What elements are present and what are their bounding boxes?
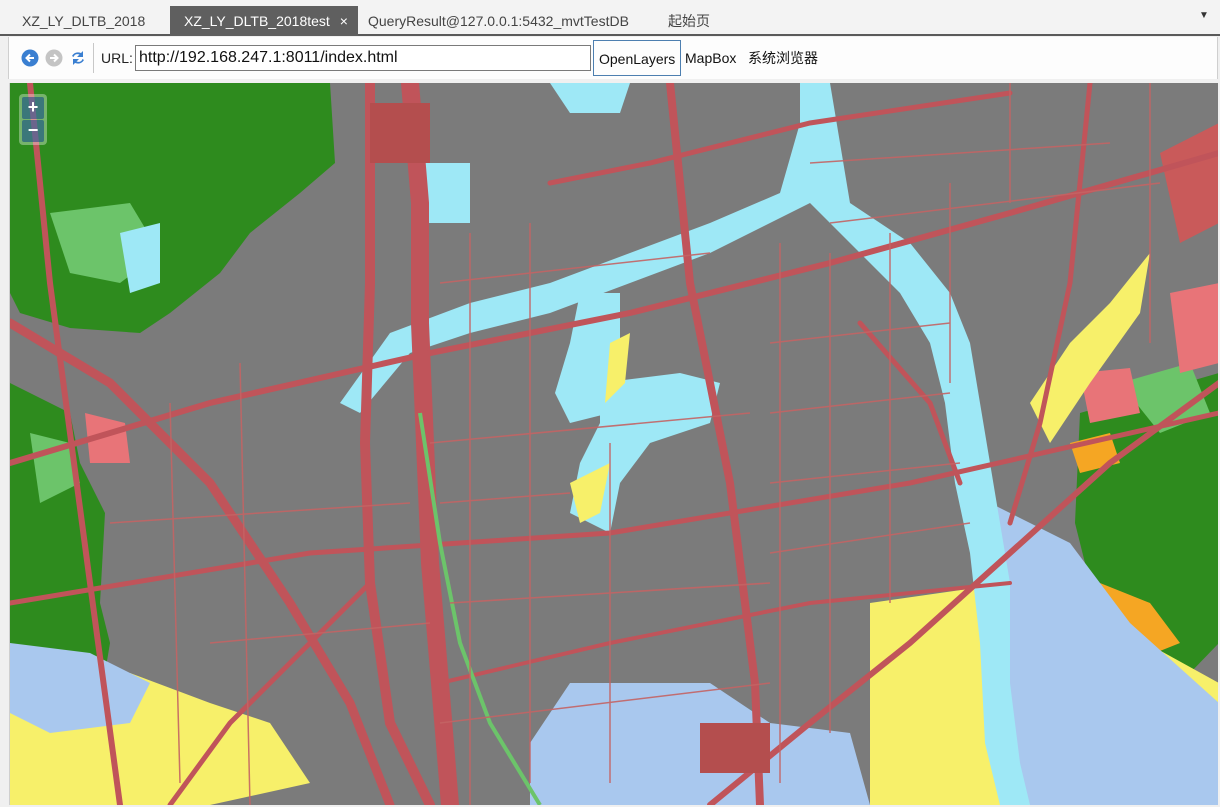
forward-arrow-icon[interactable] xyxy=(45,49,63,67)
tab-start-page[interactable]: 起始页 xyxy=(668,6,710,36)
tab-query-result[interactable]: QueryResult@127.0.0.1:5432_mvtTestDB xyxy=(368,6,629,36)
chevron-down-icon[interactable]: ▼ xyxy=(1198,10,1210,22)
back-arrow-icon[interactable] xyxy=(21,49,39,67)
window-edge xyxy=(0,83,9,807)
map-canvas[interactable] xyxy=(10,83,1218,805)
openlayers-button[interactable]: OpenLayers xyxy=(593,40,682,76)
tab-xz-ly-dltb-2018[interactable]: XZ_LY_DLTB_2018 xyxy=(22,6,145,36)
zoom-control: + − xyxy=(19,94,47,145)
close-icon[interactable]: × xyxy=(340,6,348,36)
map-viewport[interactable]: + − xyxy=(9,83,1218,805)
toolbar-divider xyxy=(93,43,94,73)
interchange xyxy=(700,723,770,773)
zoom-in-button[interactable]: + xyxy=(22,97,44,119)
zoom-out-button[interactable]: − xyxy=(22,120,44,142)
url-input[interactable] xyxy=(135,45,591,71)
tab-label: XZ_LY_DLTB_2018test xyxy=(184,13,330,29)
mapbox-button[interactable]: MapBox xyxy=(680,40,741,76)
url-label: URL: xyxy=(101,50,133,66)
browser-toolbar: URL: OpenLayers MapBox 系统浏览器 xyxy=(8,37,1218,79)
refresh-icon[interactable] xyxy=(69,49,87,67)
tab-bar: XZ_LY_DLTB_2018 XZ_LY_DLTB_2018test × Que… xyxy=(0,0,1220,36)
tab-xz-ly-dltb-2018test[interactable]: XZ_LY_DLTB_2018test × xyxy=(170,6,358,36)
system-browser-button[interactable]: 系统浏览器 xyxy=(743,40,823,76)
interchange xyxy=(370,103,430,163)
